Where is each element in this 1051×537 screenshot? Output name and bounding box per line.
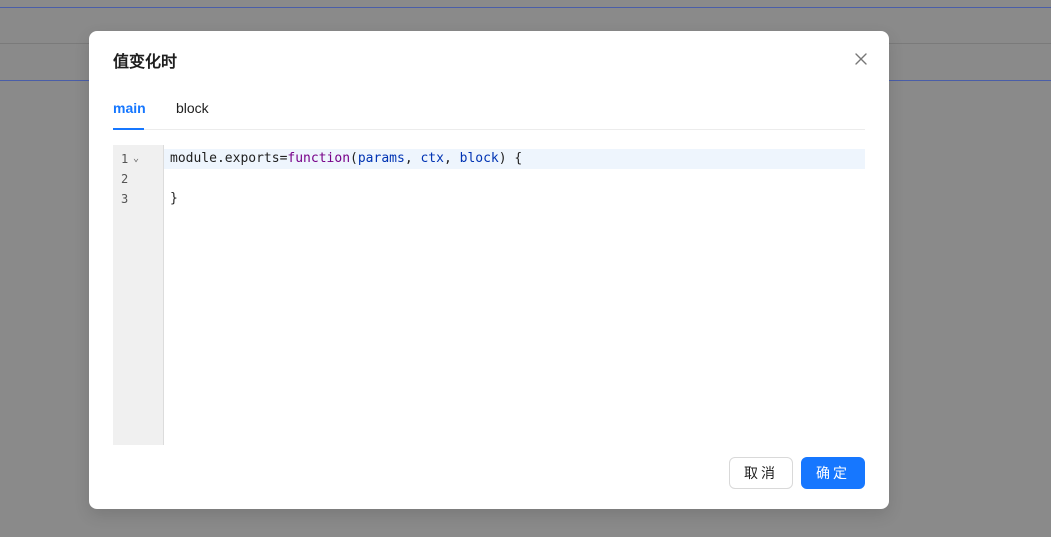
line-number: 3 bbox=[121, 192, 129, 206]
tab-main[interactable]: main bbox=[113, 98, 146, 118]
code-line[interactable]: } bbox=[164, 189, 865, 209]
background-divider bbox=[0, 7, 1051, 8]
close-icon bbox=[855, 53, 867, 65]
code-token: ) { bbox=[498, 151, 523, 166]
close-button[interactable] bbox=[851, 49, 871, 69]
chevron-down-icon[interactable]: ⌄ bbox=[133, 149, 139, 169]
line-number: 2 bbox=[121, 172, 129, 186]
code-token: , bbox=[404, 151, 421, 166]
tab-block[interactable]: block bbox=[176, 98, 209, 118]
keyword-token: function bbox=[287, 151, 351, 166]
param-token: block bbox=[459, 151, 499, 166]
param-token: ctx bbox=[420, 151, 444, 166]
tab-bar: main block bbox=[113, 93, 865, 130]
code-token: module.exports= bbox=[170, 151, 288, 166]
code-line[interactable]: module.exports=function(params, ctx, blo… bbox=[164, 149, 865, 169]
gutter-line: 1 ⌄ bbox=[113, 149, 163, 169]
param-token: params bbox=[357, 151, 405, 166]
code-line[interactable] bbox=[164, 169, 865, 189]
line-number: 1 bbox=[121, 152, 129, 166]
code-token: , bbox=[443, 151, 460, 166]
active-tab-indicator bbox=[113, 128, 144, 130]
gutter-line: 2 bbox=[113, 169, 163, 189]
event-editor-dialog: 值变化时 main block 1 ⌄ 2 3 module.exports=f… bbox=[89, 31, 889, 509]
line-number-gutter: 1 ⌄ 2 3 bbox=[113, 145, 164, 445]
code-token: ( bbox=[350, 151, 358, 166]
dialog-title: 值变化时 bbox=[113, 54, 178, 71]
code-editor[interactable]: 1 ⌄ 2 3 module.exports=function(params, … bbox=[113, 145, 865, 445]
gutter-line: 3 bbox=[113, 189, 163, 209]
cancel-button[interactable]: 取消 bbox=[729, 457, 793, 489]
confirm-button[interactable]: 确定 bbox=[801, 457, 865, 489]
